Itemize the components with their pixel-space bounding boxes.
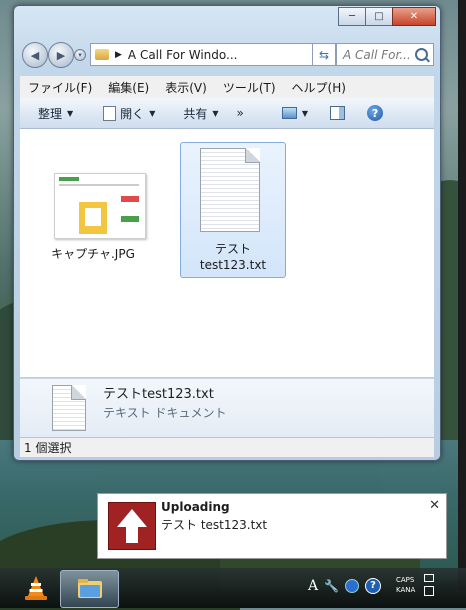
chevron-down-icon: ▼ (301, 108, 309, 118)
breadcrumb-arrow-icon[interactable]: ▶ (115, 50, 122, 60)
file-name: キャプチャ.JPG (51, 247, 135, 261)
document-icon (103, 105, 117, 121)
ime-options-icon[interactable] (424, 586, 434, 596)
maximize-button[interactable]: □ (365, 7, 393, 26)
chevron-down-icon: ▼ (149, 108, 156, 118)
file-list-area[interactable]: キャプチャ.JPG テスト test123.txt (20, 129, 434, 377)
details-pane: テストtest123.txt テキスト ドキュメント (20, 378, 434, 437)
status-text: 1 個選択 (24, 441, 72, 455)
explorer-taskbar-button[interactable] (60, 570, 119, 608)
chevron-down-icon: ▼ (67, 108, 74, 118)
chevron-down-icon: ▼ (212, 108, 219, 118)
help-button[interactable]: ? (367, 105, 384, 121)
forward-button[interactable]: ▶ (48, 42, 74, 68)
folder-icon (78, 579, 102, 598)
notification-message: テスト test123.txt (161, 518, 268, 532)
more-label: » (236, 106, 244, 120)
search-input[interactable]: A Call For... (336, 43, 434, 66)
image-thumbnail (54, 173, 146, 239)
file-item-capture-jpg[interactable]: キャプチャ.JPG (38, 157, 148, 267)
change-view-button[interactable]: ▼ (281, 107, 309, 119)
menu-tools[interactable]: ツール(T) (215, 79, 284, 96)
share-label: 共有 (183, 106, 208, 121)
file-name-line1: テスト (214, 242, 251, 256)
file-name-line2: test123.txt (199, 258, 267, 272)
details-filetype: テキスト ドキュメント (103, 406, 227, 420)
open-label: 開く (120, 106, 145, 121)
file-item-test123-txt[interactable]: テスト test123.txt (180, 142, 286, 278)
back-arrow-icon: ◀ (30, 48, 40, 62)
notification-title: Uploading (161, 500, 230, 514)
menu-view[interactable]: 表示(V) (157, 79, 215, 96)
address-bar[interactable]: ▶ A Call For Windo... ▼ (90, 43, 328, 66)
organize-label: 整理 (38, 106, 63, 121)
menu-bar: ファイル(F) 編集(E) 表示(V) ツール(T) ヘルプ(H) (20, 75, 434, 98)
upload-arrow-icon (108, 502, 156, 550)
back-button[interactable]: ◀ (22, 42, 48, 68)
refresh-icon: ⇆ (318, 47, 330, 62)
ime-mode-icon[interactable] (424, 574, 434, 582)
search-placeholder: A Call For... (343, 47, 411, 62)
refresh-button[interactable]: ⇆ (312, 43, 336, 66)
system-tray: A 🔧 ? (308, 578, 382, 594)
preview-pane-icon (330, 106, 346, 120)
search-icon[interactable] (415, 48, 428, 61)
status-bar: 1 個選択 (20, 437, 434, 457)
minimize-button[interactable]: ─ (338, 7, 366, 26)
view-icon (281, 107, 297, 119)
menu-help[interactable]: ヘルプ(H) (284, 79, 354, 96)
caps-indicator: CAPS (396, 576, 415, 584)
menu-edit[interactable]: 編集(E) (100, 79, 157, 96)
help-icon: ? (367, 105, 384, 121)
navigation-bar: ◀ ▶ ▾ ▶ A Call For Windo... ▼ ⇆ A Call F… (18, 40, 434, 68)
open-button[interactable]: 開く ▼ (103, 105, 155, 122)
share-button[interactable]: 共有 ▼ (183, 105, 218, 122)
text-document-icon (52, 385, 86, 431)
command-bar: 整理 ▼ 開く ▼ 共有 ▼ » ▼ ? (20, 98, 434, 129)
explorer-window: ─ □ ✕ ◀ ▶ ▾ ▶ A Call For Windo... ▼ ⇆ A … (13, 5, 441, 461)
organize-button[interactable]: 整理 ▼ (38, 105, 73, 122)
caption-buttons: ─ □ ✕ (338, 7, 436, 26)
taskbar: A 🔧 ? CAPS KANA (0, 568, 466, 608)
notification-close-button[interactable]: ✕ (429, 498, 440, 513)
vlc-cone-icon (25, 576, 47, 600)
text-document-icon (200, 148, 260, 232)
help-icon[interactable]: ? (365, 578, 382, 594)
recent-pages-button[interactable]: ▾ (74, 49, 86, 61)
wrench-icon[interactable]: 🔧 (324, 579, 339, 593)
upload-notification[interactable]: Uploading テスト test123.txt ✕ (97, 493, 447, 559)
folder-icon (95, 49, 109, 60)
forward-arrow-icon: ▶ (56, 48, 66, 62)
menu-file[interactable]: ファイル(F) (20, 79, 100, 96)
details-filename: テストtest123.txt (103, 387, 214, 402)
vlc-taskbar-button[interactable] (22, 574, 50, 602)
preview-pane-button[interactable] (330, 106, 346, 120)
close-button[interactable]: ✕ (392, 7, 436, 26)
more-commands-button[interactable]: » (237, 106, 244, 120)
lock-indicators: CAPS KANA (396, 575, 415, 595)
network-icon[interactable] (345, 579, 360, 593)
address-text[interactable]: A Call For Windo... (128, 48, 238, 62)
ime-indicator[interactable]: A (308, 578, 318, 594)
kana-indicator: KANA (396, 586, 416, 594)
